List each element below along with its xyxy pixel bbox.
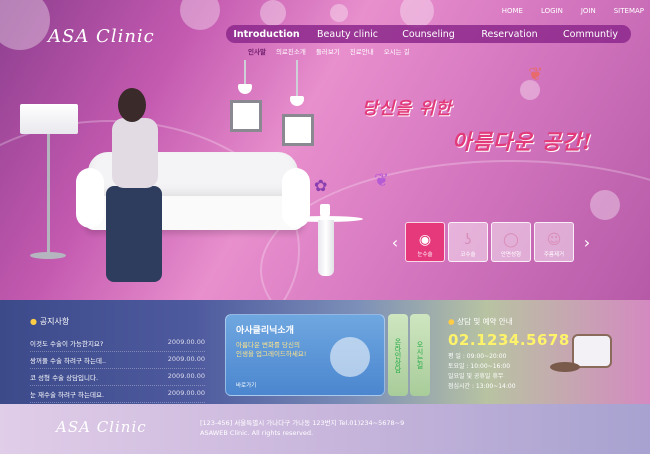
footer-copyright: ASAWEB Clinic. All rights reserved.	[200, 429, 314, 437]
util-sitemap-link[interactable]: SITEMAP	[614, 7, 644, 15]
nav-counseling[interactable]: Counseling	[388, 29, 469, 40]
notice-date: 2009.00.00	[167, 372, 205, 380]
nav-introduction[interactable]: Introduction	[226, 29, 307, 40]
picture-frame-icon	[230, 100, 262, 132]
floor-lamp-icon	[20, 104, 78, 134]
notice-text: 이것도 수술이 가능한지요?	[30, 340, 104, 348]
subnav-tour[interactable]: 둘러보기	[316, 46, 340, 56]
side-table-icon	[330, 337, 370, 377]
procedure-thumb-wrinkle[interactable]: ☺ 주름제거	[534, 222, 574, 262]
info-section: ● 공지사항 이것도 수술이 가능한지요? 2009.00.00 쌍꺼풀 수술 하…	[0, 300, 650, 404]
bokeh-light	[330, 4, 348, 22]
picture-frame-icon	[282, 114, 314, 146]
procedure-label: 안면성형	[500, 252, 522, 258]
subnav-directions[interactable]: 오시는 길	[384, 46, 410, 56]
floor-lamp-base	[30, 252, 66, 259]
procedure-label: 코수술	[460, 252, 476, 258]
subnav-info[interactable]: 진료안내	[350, 46, 374, 56]
procedure-thumb-face[interactable]: ◯ 안면성형	[491, 222, 531, 262]
intro-desc-line: 인생을 업그레이드하세요!	[236, 350, 307, 358]
hero-banner: ASA Clinic HOME LOGIN JOIN SITEMAP Intro…	[0, 0, 650, 300]
clinic-intro-box[interactable]: 아사클리닉소개 아름다운 변화를 당신의 인생을 업그레이드하세요! 바로가기	[225, 314, 385, 396]
carousel-prev-arrow-icon[interactable]: ‹	[385, 233, 405, 252]
procedure-thumb-nose[interactable]: ʖ 코수술	[448, 222, 488, 262]
intro-more-link[interactable]: 바로가기	[236, 381, 256, 389]
notice-text: 눈 재수술 하려구 하는데요.	[30, 391, 105, 399]
contact-title-text: 상담 및 예약 안내	[457, 317, 513, 326]
subnav-staff[interactable]: 의료진소개	[276, 46, 306, 56]
intro-desc-line: 아름다운 변화를 당신의	[236, 341, 300, 349]
notice-text: 쌍꺼풀 수술 하려구 하는데..	[30, 357, 107, 365]
notice-board: ● 공지사항 이것도 수술이 가능한지요? 2009.00.00 쌍꺼풀 수술 하…	[30, 316, 205, 403]
nav-community[interactable]: Communtiy	[550, 29, 631, 40]
hours-list: 평 일 : 09:00~20:00 토요일 : 10:00~16:00 일요일 …	[448, 352, 568, 392]
notice-row[interactable]: 코 성형 수술 상담입니다. 2009.00.00	[30, 369, 205, 386]
sofa-arm-left	[76, 168, 104, 228]
online-counsel-tab[interactable]: 온라인상담	[388, 314, 408, 396]
carousel-next-arrow-icon[interactable]: ›	[577, 233, 597, 252]
tagline-line1: 당신을 위한	[362, 99, 453, 119]
sub-nav: 인사말 의료진소개 둘러보기 진료안내 오시는 길	[248, 46, 410, 56]
directions-tab[interactable]: 오시는길	[410, 314, 430, 396]
butterfly-icon: ❦	[374, 170, 390, 191]
bokeh-light	[400, 0, 434, 28]
util-join-link[interactable]: JOIN	[581, 7, 596, 15]
bokeh-light	[180, 0, 220, 30]
model-legs	[106, 186, 162, 282]
floor-lamp-pole	[47, 134, 50, 254]
bullet-icon: ●	[30, 317, 40, 326]
notice-title: ● 공지사항	[30, 316, 205, 327]
eye-icon: ◉	[418, 232, 432, 248]
notice-date: 2009.00.00	[167, 389, 205, 397]
nav-reservation[interactable]: Reservation	[469, 29, 550, 40]
pendant-lamp-icon	[238, 84, 252, 94]
utility-links: HOME LOGIN JOIN SITEMAP	[502, 7, 644, 15]
bokeh-light	[0, 0, 50, 50]
hours-line: 일요일 및 공휴일 휴무	[448, 373, 504, 380]
contact-info: ● 상담 및 예약 안내 02.1234.5678 평 일 : 09:00~20…	[448, 316, 570, 392]
tagline-line2: 아름다운 공간!	[452, 129, 593, 154]
util-login-link[interactable]: LOGIN	[541, 7, 563, 15]
subnav-greeting[interactable]: 인사말	[248, 46, 266, 56]
contact-phone: 02.1234.5678	[448, 331, 570, 349]
notice-date: 2009.00.00	[167, 338, 205, 346]
hours-line: 점심시간 : 13:00~14:00	[448, 383, 516, 390]
model-body	[112, 118, 158, 188]
footer-logo: ASA Clinic	[56, 418, 147, 436]
bokeh-light	[260, 0, 286, 26]
notice-row[interactable]: 이것도 수술이 가능한지요? 2009.00.00	[30, 335, 205, 352]
procedure-carousel: ‹ ◉ 눈수술 ʖ 코수술 ◯ 안면성형 ☺ 주름제거 ›	[385, 222, 603, 262]
notice-row[interactable]: 쌍꺼풀 수술 하려구 하는데.. 2009.00.00	[30, 352, 205, 369]
procedure-label: 눈수술	[417, 252, 433, 258]
bullet-icon: ●	[448, 317, 458, 326]
main-nav: Introduction Beauty clinic Counseling Re…	[226, 25, 631, 43]
butterfly-icon: ❦	[528, 64, 544, 85]
flower-icon: ✿	[314, 176, 328, 195]
pendant-lamp-icon	[290, 96, 304, 106]
procedure-thumb-eye[interactable]: ◉ 눈수술	[405, 222, 445, 262]
hours-line: 평 일 : 09:00~20:00	[448, 353, 507, 360]
telephone-table-icon	[550, 362, 580, 372]
footer-address: [123-456] 서울특별시 가나다구 가나동 123번지 Tel.01)23…	[200, 418, 404, 438]
contact-title: ● 상담 및 예약 안내	[448, 316, 568, 327]
footer: ASA Clinic [123-456] 서울특별시 가나다구 가나동 123번…	[0, 404, 650, 454]
notice-text: 코 성형 수술 상담입니다.	[30, 374, 99, 382]
nose-icon: ʖ	[464, 232, 472, 248]
notice-title-text: 공지사항	[39, 317, 70, 326]
util-home-link[interactable]: HOME	[502, 7, 523, 15]
nav-beauty-clinic[interactable]: Beauty clinic	[307, 29, 388, 40]
armchair-icon	[572, 334, 612, 368]
face-icon: ◯	[503, 232, 519, 248]
footer-address-line: [123-456] 서울특별시 가나다구 가나동 123번지 Tel.01)23…	[200, 419, 405, 427]
notice-date: 2009.00.00	[167, 355, 205, 363]
notice-row[interactable]: 눈 재수술 하려구 하는데요. 2009.00.00	[30, 386, 205, 403]
model-head	[118, 88, 146, 122]
side-table-leg	[318, 220, 334, 276]
site-logo[interactable]: ASA Clinic	[48, 26, 155, 47]
pendant-cord	[296, 60, 298, 100]
procedure-label: 주름제거	[543, 252, 565, 258]
intro-description: 아름다운 변화를 당신의 인생을 업그레이드하세요!	[236, 341, 306, 359]
wrinkle-face-icon: ☺	[546, 232, 562, 248]
intro-title: 아사클리닉소개	[236, 326, 294, 336]
